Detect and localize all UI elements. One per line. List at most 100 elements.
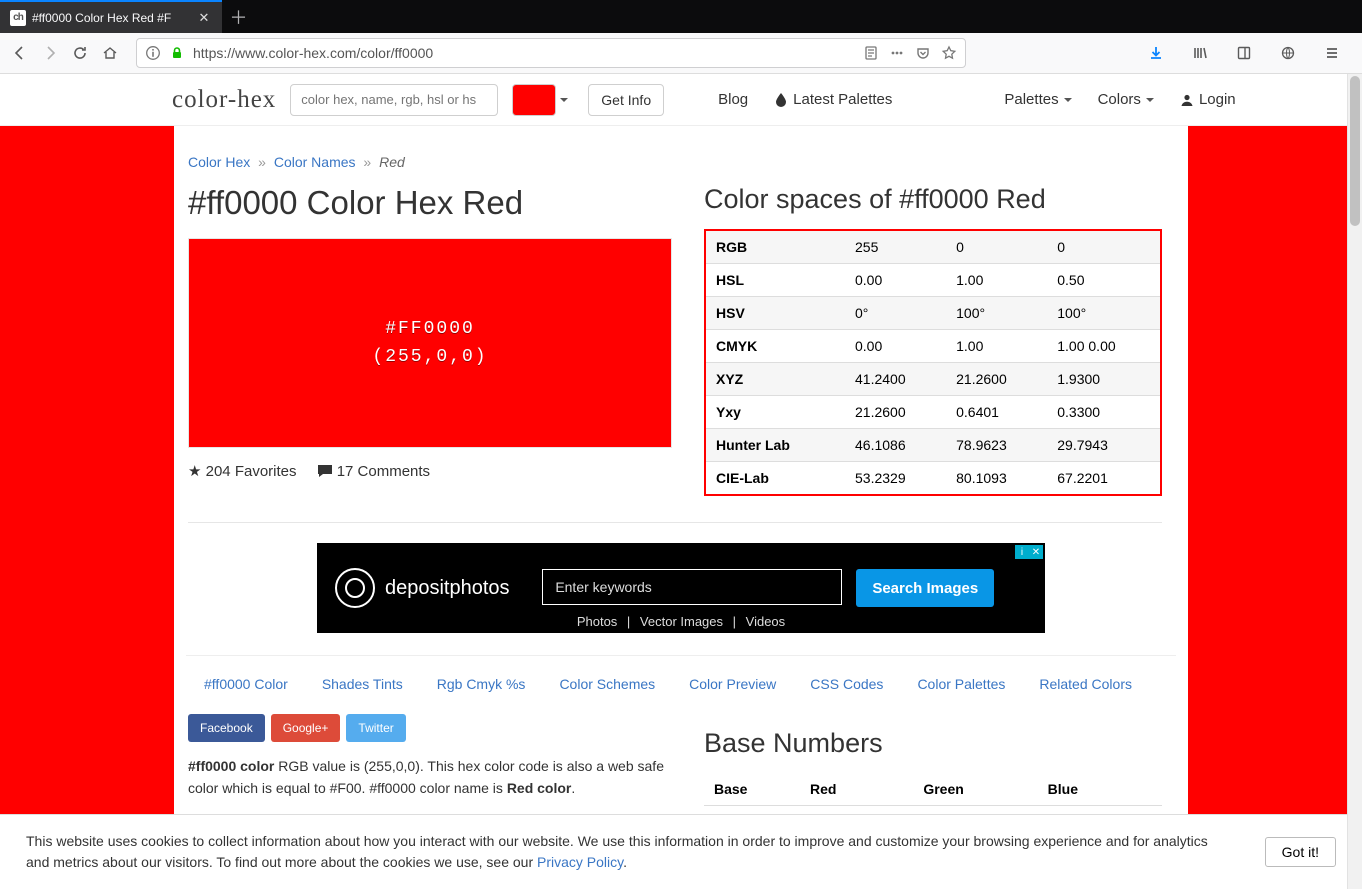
comments-count[interactable]: 17 Comments [317,463,431,480]
cs-value: 100° [1047,297,1161,330]
color-spaces-table: RGB25500HSL0.001.000.50HSV0°100°100°CMYK… [704,229,1162,496]
ad-links: Photos | Vector Images | Videos [317,614,1045,629]
favorites-count[interactable]: ★ 204 Favorites [188,462,297,480]
scrollbar-thumb[interactable] [1350,76,1360,226]
get-info-button[interactable]: Get Info [588,84,664,116]
cs-value: 0° [845,297,946,330]
cs-value: 0.3300 [1047,396,1161,429]
ad-info-icon[interactable]: i [1015,545,1029,559]
site-info-icon[interactable] [145,45,161,61]
tab-close-icon[interactable]: ✕ [196,10,212,26]
depositphotos-logo-icon [335,568,375,608]
cs-value: 78.9623 [946,429,1047,462]
cs-value: 0 [1047,230,1161,264]
new-tab-button[interactable]: ＋ [222,0,255,33]
table-row: CIE-Lab53.232980.109367.2201 [705,462,1161,496]
home-icon [102,45,118,61]
bookmark-star-icon[interactable] [941,45,957,61]
section-tab[interactable]: Shades Tints [322,676,403,692]
table-row: CMYK0.001.001.00 0.00 [705,330,1161,363]
cs-value: 0 [946,230,1047,264]
cs-value: 0.6401 [946,396,1047,429]
arrow-right-icon [42,45,58,61]
cs-value: 1.00 [946,330,1047,363]
cs-value: 21.2600 [946,363,1047,396]
pocket-icon[interactable] [915,45,931,61]
cs-value: 0.50 [1047,264,1161,297]
app-menu-button[interactable] [1318,39,1346,67]
nav-login[interactable]: Login [1180,91,1236,108]
share-twitter[interactable]: Twitter [346,714,405,742]
ad-link-videos[interactable]: Videos [746,614,786,629]
nav-blog[interactable]: Blog [718,91,748,108]
section-tab[interactable]: Rgb Cmyk %s [437,676,526,692]
sidebar-icon [1236,45,1252,61]
section-tab[interactable]: Related Colors [1039,676,1132,692]
tab-title: #ff0000 Color Hex Red #F [32,11,192,25]
ad-close-icon[interactable]: ✕ [1029,545,1043,559]
cs-label: HSV [705,297,845,330]
table-row: Yxy21.26000.64010.3300 [705,396,1161,429]
cs-value: 0.00 [845,330,946,363]
ad-search-button[interactable]: Search Images [856,569,994,607]
url-bar[interactable]: https://www.color-hex.com/color/ff0000 [136,38,966,68]
color-search-input[interactable] [290,84,498,116]
table-row: RGB25500 [705,230,1161,264]
divider [188,522,1162,523]
ad-brand: depositphotos [385,577,510,600]
extension-button[interactable] [1274,39,1302,67]
share-facebook[interactable]: Facebook [188,714,265,742]
ad-link-vector[interactable]: Vector Images [640,614,723,629]
privacy-policy-link[interactable]: Privacy Policy [537,854,623,870]
comment-icon [317,464,333,478]
share-googleplus[interactable]: Google+ [271,714,341,742]
sidebar-button[interactable] [1230,39,1258,67]
cookie-accept-button[interactable]: Got it! [1265,837,1336,867]
download-icon [1148,45,1164,61]
section-tab[interactable]: Color Palettes [917,676,1005,692]
page-actions-icon[interactable] [889,45,905,61]
ad-link-photos[interactable]: Photos [577,614,617,629]
color-picker-swatch[interactable] [512,84,556,116]
cs-value: 1.00 [946,264,1047,297]
cs-label: Yxy [705,396,845,429]
table-row: HSV0°100°100° [705,297,1161,330]
section-tab[interactable]: #ff0000 Color [204,676,288,692]
breadcrumb: Color Hex » Color Names » Red [186,126,1176,170]
downloads-button[interactable] [1142,39,1170,67]
reload-button[interactable] [66,39,94,67]
ad-search-input[interactable] [542,569,842,605]
browser-tab[interactable]: ch #ff0000 Color Hex Red #F ✕ [0,0,222,33]
cs-value: 29.7943 [1047,429,1161,462]
user-icon [1180,93,1194,107]
breadcrumb-root[interactable]: Color Hex [188,154,250,170]
reader-view-icon[interactable] [863,45,879,61]
home-button[interactable] [96,39,124,67]
cs-value: 21.2600 [845,396,946,429]
cs-value: 53.2329 [845,462,946,496]
nav-colors[interactable]: Colors [1098,91,1154,108]
breadcrumb-mid[interactable]: Color Names [274,154,356,170]
color-preview-box: #FF0000 (255,0,0) [188,238,672,448]
section-tab[interactable]: CSS Codes [810,676,883,692]
table-row: HSL0.001.000.50 [705,264,1161,297]
vertical-scrollbar[interactable] [1347,74,1362,889]
page-title: #ff0000 Color Hex Red [188,184,674,222]
cs-value: 255 [845,230,946,264]
site-logo[interactable]: color-hex [172,86,276,114]
ad-banner[interactable]: i ✕ depositphotos Search Images Photos |… [317,543,1045,633]
nav-latest-palettes[interactable]: Latest Palettes [774,91,892,108]
hamburger-icon [1324,45,1340,61]
chevron-down-icon [1146,98,1154,102]
arrow-left-icon [12,45,28,61]
section-tab[interactable]: Color Schemes [559,676,655,692]
library-button[interactable] [1186,39,1214,67]
section-tab[interactable]: Color Preview [689,676,776,692]
reload-icon [72,45,88,61]
cs-label: RGB [705,230,845,264]
cs-label: XYZ [705,363,845,396]
url-text: https://www.color-hex.com/color/ff0000 [193,45,855,61]
nav-palettes[interactable]: Palettes [1004,91,1071,108]
globe-icon [1280,45,1296,61]
nav-back-button[interactable] [6,39,34,67]
